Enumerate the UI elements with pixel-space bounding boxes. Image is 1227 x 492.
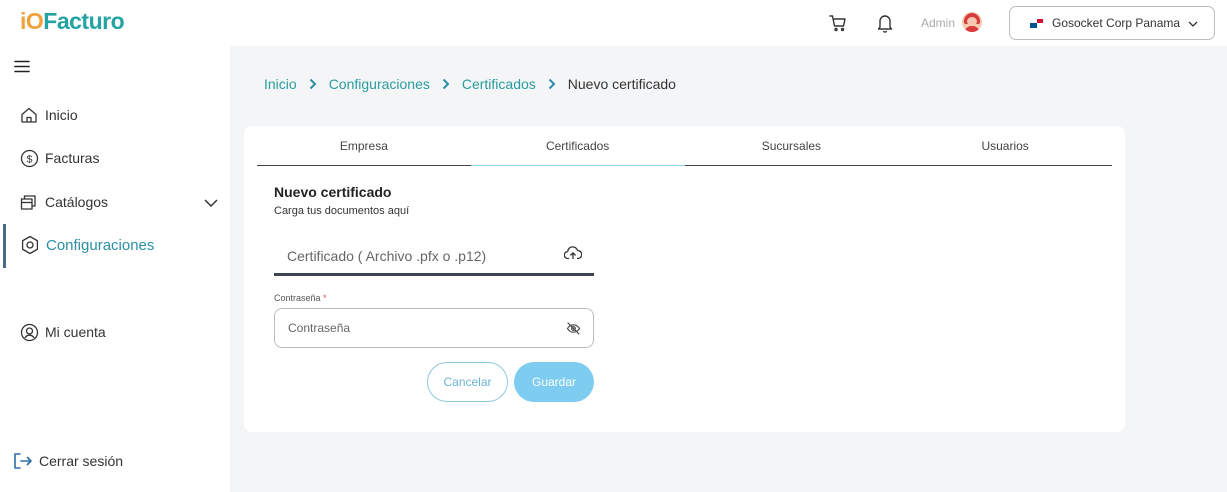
menu-toggle-icon[interactable] (14, 60, 30, 78)
sidebar-item-configuraciones[interactable]: Configuraciones (0, 231, 230, 259)
cart-icon[interactable] (826, 11, 850, 35)
gear-icon (20, 235, 40, 255)
logo-text: Facturo (43, 8, 125, 34)
tab-empresa[interactable]: Empresa (257, 126, 471, 165)
sidebar-item-catalogos[interactable]: Catálogos (0, 188, 230, 216)
sidebar-item-label: Facturas (45, 150, 100, 166)
company-name: Gosocket Corp Panama (1052, 16, 1181, 30)
eye-off-icon[interactable] (566, 321, 581, 341)
tab-certificados[interactable]: Certificados (470, 126, 685, 166)
sidebar: Inicio $ Facturas Catálogos Configuracio… (0, 46, 230, 492)
app-logo[interactable]: iOFacturo (20, 8, 125, 35)
catalog-icon (19, 192, 39, 212)
certificate-file-input[interactable]: Certificado ( Archivo .pfx o .p12) (274, 238, 594, 276)
logout-icon (13, 451, 33, 471)
avatar[interactable] (962, 12, 982, 32)
panama-flag-icon (1030, 18, 1043, 28)
chevron-right-icon (309, 78, 317, 90)
sidebar-item-label: Catálogos (45, 194, 109, 210)
chevron-down-icon[interactable] (204, 194, 218, 210)
settings-tabs: Empresa Certificados Sucursales Usuarios (257, 126, 1112, 166)
svg-text:$: $ (26, 153, 32, 165)
breadcrumb-current: Nuevo certificado (567, 76, 676, 92)
cancel-button[interactable]: Cancelar (427, 362, 508, 402)
sidebar-item-label: Configuraciones (46, 236, 155, 254)
sidebar-item-mi-cuenta[interactable]: Mi cuenta (0, 318, 230, 346)
sidebar-item-inicio[interactable]: Inicio (0, 101, 230, 129)
sidebar-item-label: Mi cuenta (45, 324, 106, 340)
main-content: Inicio Configuraciones Certificados Nuev… (230, 46, 1227, 492)
form-subtitle: Carga tus documentos aquí (274, 205, 410, 217)
form-title: Nuevo certificado (274, 184, 392, 200)
password-label: Contraseña * (274, 293, 327, 303)
home-icon (19, 105, 39, 125)
user-circle-icon (19, 322, 39, 342)
logo-mark: iO (20, 8, 44, 34)
breadcrumb-certificados[interactable]: Certificados (462, 76, 536, 92)
save-button[interactable]: Guardar (514, 362, 594, 402)
company-select[interactable]: Gosocket Corp Panama (1009, 6, 1215, 40)
chevron-down-icon (1188, 16, 1198, 30)
password-field[interactable] (274, 308, 594, 348)
chevron-right-icon (442, 78, 450, 90)
sidebar-item-label: Inicio (45, 107, 78, 123)
breadcrumb-configuraciones[interactable]: Configuraciones (329, 76, 430, 92)
tab-sucursales[interactable]: Sucursales (685, 126, 899, 165)
bell-icon[interactable] (873, 11, 897, 35)
logout-label: Cerrar sesión (39, 453, 124, 469)
required-mark: * (323, 293, 327, 303)
tab-usuarios[interactable]: Usuarios (898, 126, 1112, 165)
sidebar-item-facturas[interactable]: $ Facturas (0, 144, 230, 172)
password-input[interactable] (275, 309, 545, 347)
dollar-circle-icon: $ (19, 148, 39, 168)
breadcrumb: Inicio Configuraciones Certificados Nuev… (264, 76, 676, 92)
top-bar: iOFacturo Admin Gosocket Corp Panama (0, 0, 1227, 46)
admin-label: Admin (921, 16, 956, 30)
certificate-card: Empresa Certificados Sucursales Usuarios… (244, 126, 1125, 432)
chevron-right-icon (548, 78, 556, 90)
file-placeholder: Certificado ( Archivo .pfx o .p12) (287, 247, 487, 264)
breadcrumb-inicio[interactable]: Inicio (264, 76, 297, 92)
logout-button[interactable]: Cerrar sesión (0, 447, 230, 475)
cloud-upload-icon[interactable] (563, 246, 583, 263)
